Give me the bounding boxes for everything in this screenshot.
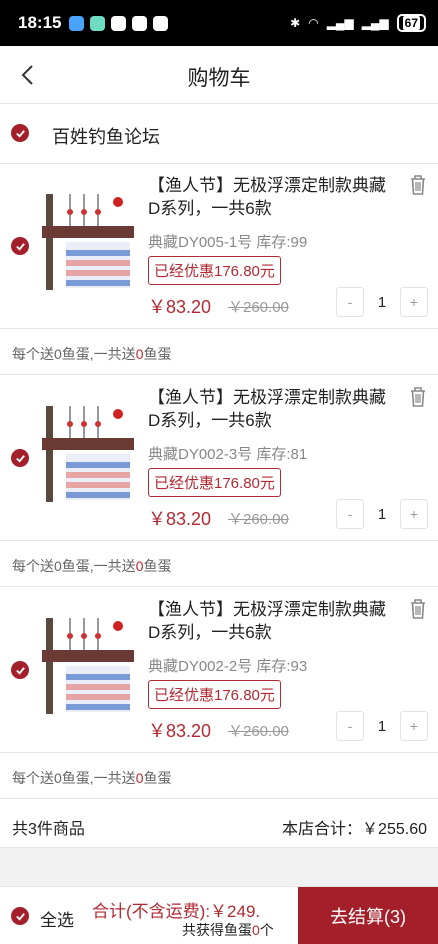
check-icon xyxy=(15,666,25,675)
increase-button[interactable]: + xyxy=(400,499,428,529)
signal-icon: ▂▄▆ xyxy=(326,16,354,30)
product-thumbnail[interactable] xyxy=(40,190,136,294)
alarm-icon xyxy=(153,15,169,31)
item-checkbox[interactable] xyxy=(11,449,29,467)
egg-suffix: 个 xyxy=(259,922,274,938)
egg-note-prefix: 每个送0鱼蛋,一共送 xyxy=(12,770,136,786)
product-price: ￥83.20 xyxy=(148,721,212,741)
product-sku: 典藏DY005-1号 库存:99 xyxy=(148,234,308,251)
trash-icon xyxy=(411,387,425,407)
egg-note: 每个送0鱼蛋,一共送0鱼蛋 xyxy=(0,329,438,375)
shop-total: 本店合计：￥255.60 xyxy=(282,821,427,838)
product-sku: 典藏DY002-2号 库存:93 xyxy=(148,658,308,675)
original-price: ￥260.00 xyxy=(228,511,289,528)
trash-icon xyxy=(411,175,425,195)
check-icon xyxy=(15,912,25,921)
egg-reward: 共获得鱼蛋0个 xyxy=(182,920,274,940)
quantity-value[interactable]: 1 xyxy=(364,499,400,529)
status-time: 18:15 xyxy=(18,13,62,32)
discount-badge: 已经优惠176.80元 xyxy=(148,468,281,497)
egg-prefix: 共获得鱼蛋 xyxy=(182,922,252,938)
product-sku: 典藏DY002-3号 库存:81 xyxy=(148,446,308,463)
delete-button[interactable] xyxy=(408,386,428,408)
select-all-checkbox[interactable] xyxy=(11,907,29,925)
battery-icon: 67 xyxy=(396,14,426,32)
app-header: 购物车 xyxy=(0,46,438,104)
signal-2-icon: ▂▄▆ xyxy=(361,16,389,30)
item-checkbox[interactable] xyxy=(11,237,29,255)
original-price: ￥260.00 xyxy=(228,723,289,740)
egg-note-suffix: 鱼蛋 xyxy=(143,558,172,574)
cart-item: 【渔人节】无极浮漂定制款典藏D系列，一共6款典藏DY002-2号 库存:93 已经… xyxy=(0,588,438,753)
status-bar: 18:15 ✱ ◠ ▂▄▆ ▂▄▆ 67 xyxy=(0,0,438,46)
quantity-stepper: -1 + xyxy=(336,711,428,741)
checkout-button[interactable]: 去结算(3) xyxy=(298,887,438,944)
select-all-label[interactable]: 全选 xyxy=(40,906,74,931)
product-title[interactable]: 【渔人节】无极浮漂定制款典藏D系列，一共6款 xyxy=(148,174,396,220)
discount-badge: 已经优惠176.80元 xyxy=(148,680,281,709)
shop-subtotal: 共3件商品 本店合计：￥255.60 xyxy=(0,800,438,848)
egg-note-text: 每个送0鱼蛋,一共送0鱼蛋 xyxy=(12,556,171,576)
wifi-icon: ◠ xyxy=(308,16,319,30)
product-title[interactable]: 【渔人节】无极浮漂定制款典藏D系列，一共6款 xyxy=(148,386,396,432)
checkout-bar: 全选 合计(不含运费):￥249. 共获得鱼蛋0个 去结算(3) xyxy=(0,886,438,944)
delete-button[interactable] xyxy=(408,598,428,620)
product-image xyxy=(40,614,136,718)
check-icon xyxy=(15,129,25,138)
egg-note: 每个送0鱼蛋,一共送0鱼蛋 xyxy=(0,541,438,587)
cart-item: 【渔人节】无极浮漂定制款典藏D系列，一共6款典藏DY002-3号 库存:81 已经… xyxy=(0,376,438,541)
nfc-app-icon xyxy=(111,15,127,31)
quantity-value[interactable]: 1 xyxy=(364,711,400,741)
spacer xyxy=(0,848,438,886)
egg-note-text: 每个送0鱼蛋,一共送0鱼蛋 xyxy=(12,768,171,788)
product-title[interactable]: 【渔人节】无极浮漂定制款典藏D系列，一共6款 xyxy=(148,598,396,644)
cart-total: 合计(不含运费):￥249. xyxy=(92,902,261,921)
check-icon xyxy=(15,454,25,463)
egg-note-prefix: 每个送0鱼蛋,一共送 xyxy=(12,558,136,574)
product-thumbnail[interactable] xyxy=(40,614,136,718)
egg-note-prefix: 每个送0鱼蛋,一共送 xyxy=(12,346,136,362)
shop-checkbox[interactable] xyxy=(11,124,29,142)
shop-name[interactable]: 百姓钓鱼论坛 xyxy=(52,123,160,149)
trash-icon xyxy=(411,599,425,619)
decrease-button[interactable]: - xyxy=(336,711,364,741)
product-thumbnail[interactable] xyxy=(40,402,136,506)
app-notification-icon xyxy=(90,15,106,31)
battery-level: 67 xyxy=(402,16,420,30)
discount-badge: 已经优惠176.80元 xyxy=(148,256,281,285)
increase-button[interactable]: + xyxy=(400,287,428,317)
page-title: 购物车 xyxy=(187,67,251,90)
item-checkbox[interactable] xyxy=(11,661,29,679)
egg-note-suffix: 鱼蛋 xyxy=(143,346,172,362)
egg-note-text: 每个送0鱼蛋,一共送0鱼蛋 xyxy=(12,344,171,364)
product-price: ￥83.20 xyxy=(148,297,212,317)
quantity-stepper: -1 + xyxy=(336,499,428,529)
decrease-button[interactable]: - xyxy=(336,287,364,317)
product-price: ￥83.20 xyxy=(148,509,212,529)
cart-item: 【渔人节】无极浮漂定制款典藏D系列，一共6款典藏DY005-1号 库存:99 已经… xyxy=(0,164,438,329)
product-image xyxy=(40,402,136,506)
message-app-icon xyxy=(69,15,85,31)
nfc-icon xyxy=(132,15,148,31)
egg-note-suffix: 鱼蛋 xyxy=(143,770,172,786)
delete-button[interactable] xyxy=(408,174,428,196)
quantity-stepper: -1 + xyxy=(336,287,428,317)
shop-row: 百姓钓鱼论坛 xyxy=(0,104,438,164)
increase-button[interactable]: + xyxy=(400,711,428,741)
egg-note: 每个送0鱼蛋,一共送0鱼蛋 xyxy=(0,753,438,799)
original-price: ￥260.00 xyxy=(228,299,289,316)
product-image xyxy=(40,190,136,294)
check-icon xyxy=(15,242,25,251)
bluetooth-icon: ✱ xyxy=(290,16,301,30)
quantity-value[interactable]: 1 xyxy=(364,287,400,317)
egg-count: 0 xyxy=(252,922,260,938)
decrease-button[interactable]: - xyxy=(336,499,364,529)
item-count: 共3件商品 xyxy=(12,821,85,838)
